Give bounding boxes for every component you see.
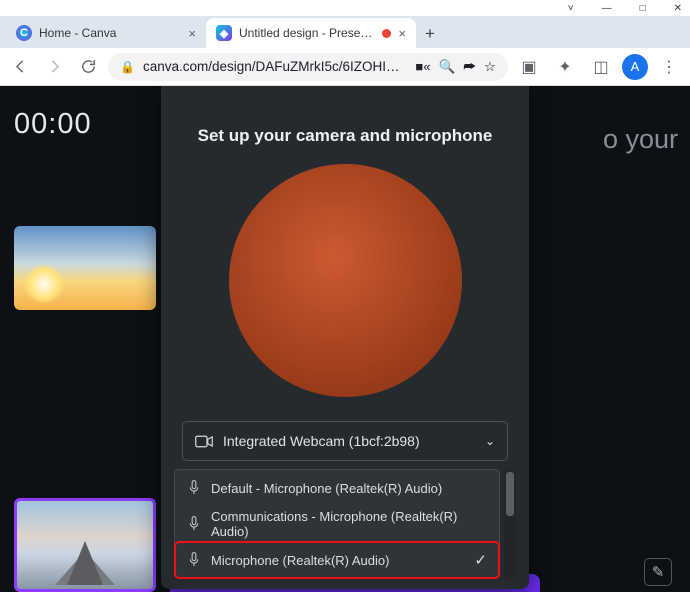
tab-untitled-design[interactable]: ◈ Untitled design - Presentation × [206,18,416,48]
side-panel-icon[interactable]: ◫ [586,52,616,82]
microphone-dropdown-list: Default - Microphone (Realtek(R) Audio) … [174,469,516,579]
microphone-icon [187,480,201,496]
tab-title: Home - Canva [39,26,181,40]
recording-indicator-icon [382,29,391,38]
lock-icon: 🔒 [120,60,135,74]
tab-title: Untitled design - Presentation [239,26,375,40]
back-button[interactable] [6,53,34,81]
camera-selected-label: Integrated Webcam (1bcf:2b98) [223,433,420,449]
microphone-icon [187,516,201,532]
canva-favicon-icon: ◈ [216,25,232,41]
bookmark-star-icon[interactable]: ☆ [484,59,496,75]
mic-option-default[interactable]: Default - Microphone (Realtek(R) Audio) [175,470,499,506]
camera-dropdown[interactable]: Integrated Webcam (1bcf:2b98) ⌄ [182,421,508,461]
reload-button[interactable] [74,53,102,81]
camera-preview-circle [229,164,462,397]
checkmark-icon: ✓ [474,551,487,569]
slide-thumbnail-2[interactable] [14,498,156,592]
tab-home-canva[interactable]: C Home - Canva × [6,18,206,48]
camera-icon [195,434,213,449]
recording-timer: 00:00 [14,108,92,141]
window-minimize-button[interactable]: — [602,3,612,14]
canva-app: 00:00 o your ✎ Set up your camera and mi… [0,86,690,592]
share-icon[interactable]: ⮫ [463,59,476,75]
chrome-menu-button[interactable]: ⋮ [654,52,684,82]
mic-option-label: Communications - Microphone (Realtek(R) … [211,509,487,539]
browser-tab-strip: C Home - Canva × ◈ Untitled design - Pre… [0,16,690,48]
dropdown-scrollbar[interactable] [504,469,516,579]
window-close-button[interactable]: ✕ [674,3,682,14]
zoom-icon[interactable]: 🔍 [439,59,456,75]
forward-button[interactable] [40,53,68,81]
url-text: canva.com/design/DAFuZMrkI5c/6IZOHI… [143,59,407,74]
browser-toolbar: 🔒 canva.com/design/DAFuZMrkI5c/6IZOHI… ■… [0,48,690,86]
window-dropdown-icon[interactable]: ˅ [568,3,574,14]
camera-permission-icon[interactable]: ■« [415,59,430,74]
background-page-text: o your [603,124,678,155]
slide-thumbnail-1[interactable] [14,226,156,310]
profile-avatar[interactable]: A [622,54,648,80]
mic-option-label: Default - Microphone (Realtek(R) Audio) [211,481,442,496]
mic-option-realtek[interactable]: Microphone (Realtek(R) Audio) ✓ [175,542,499,578]
mic-option-label: Microphone (Realtek(R) Audio) [211,553,389,568]
mic-option-communications[interactable]: Communications - Microphone (Realtek(R) … [175,506,499,542]
reader-mode-icon[interactable]: ▣ [514,52,544,82]
new-tab-button[interactable]: + [416,20,444,48]
close-tab-icon[interactable]: × [398,26,406,41]
canva-favicon-icon: C [16,25,32,41]
microphone-icon [187,552,201,568]
address-bar[interactable]: 🔒 canva.com/design/DAFuZMrkI5c/6IZOHI… ■… [108,53,508,81]
window-title-bar: ˅ — □ ✕ [0,0,690,16]
window-maximize-button[interactable]: □ [640,3,646,14]
chevron-down-icon: ⌄ [485,434,495,448]
extensions-icon[interactable]: ✦ [550,52,580,82]
camera-mic-setup-dialog: Set up your camera and microphone Integr… [161,86,529,589]
close-tab-icon[interactable]: × [188,26,196,41]
dialog-title: Set up your camera and microphone [198,126,493,146]
edit-notes-button[interactable]: ✎ [644,558,672,586]
